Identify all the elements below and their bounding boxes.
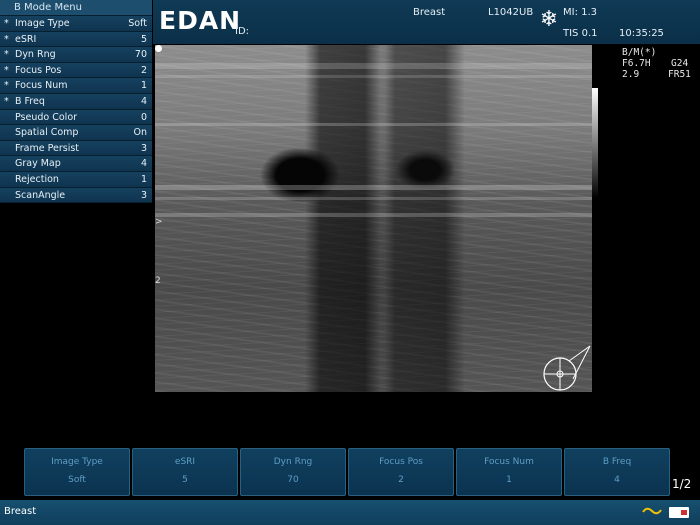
softkey-label: B Freq <box>602 457 632 467</box>
softkey-esri[interactable]: eSRI 5 <box>132 448 238 496</box>
frequency-value: F6.7H <box>622 58 651 69</box>
menu-item-focus-num[interactable]: * Focus Num 1 <box>0 78 152 94</box>
b-mode-menu: B Mode Menu * Image Type Soft * eSRI 5 * Dyn Rn… <box>0 0 152 204</box>
menu-item-esri[interactable]: * eSRI 5 <box>0 31 152 48</box>
modified-indicator: * <box>4 64 9 76</box>
mode-label: B/M(*) <box>622 47 657 58</box>
edan-logo: EDAN <box>159 6 242 35</box>
status-bar: Breast <box>0 500 700 525</box>
menu-item-scanangle[interactable]: ScanAngle 3 <box>0 187 152 204</box>
menu-item-label: Focus Pos <box>15 64 62 76</box>
menu-item-value: 2 <box>140 64 147 76</box>
wave-icon <box>642 507 662 515</box>
menu-item-value: 0 <box>140 111 147 123</box>
menu-item-value: 5 <box>140 33 147 45</box>
softkey-value: Soft <box>68 475 86 485</box>
modified-indicator: * <box>4 49 9 61</box>
softkey-value: 2 <box>398 475 404 485</box>
menu-item-pseudo-color[interactable]: Pseudo Color 0 <box>0 109 152 126</box>
grayscale-bar <box>592 88 598 198</box>
page-indicator[interactable]: 1/2 <box>672 477 691 491</box>
menu-item-label: Frame Persist <box>15 142 80 154</box>
menu-item-value: 1 <box>140 80 147 92</box>
softkey-label: eSRI <box>174 457 196 467</box>
softkey-value: 1 <box>506 475 512 485</box>
menu-item-value: 4 <box>140 95 147 107</box>
softkey-value: 4 <box>614 475 620 485</box>
softkey-label: Dyn Rng <box>273 457 313 467</box>
menu-item-value: 70 <box>134 49 147 61</box>
menu-item-label: eSRI <box>15 33 37 45</box>
menu-item-frame-persist[interactable]: Frame Persist 3 <box>0 140 152 157</box>
menu-item-label: B Freq <box>15 95 45 107</box>
softkey-image-type[interactable]: Image Type Soft <box>24 448 130 496</box>
status-exam: Breast <box>4 506 37 517</box>
menu-item-label: Focus Num <box>15 80 68 92</box>
menu-item-label: Spatial Comp <box>15 127 79 139</box>
menu-item-value: 3 <box>140 142 147 154</box>
modified-indicator: * <box>4 80 9 92</box>
depth-value: 2.9 <box>622 69 640 80</box>
menu-title: B Mode Menu <box>0 0 152 16</box>
menu-item-label: ScanAngle <box>15 189 66 201</box>
softkey-value: 5 <box>182 475 188 485</box>
menu-item-value: 4 <box>140 158 147 170</box>
menu-item-gray-map[interactable]: Gray Map 4 <box>0 156 152 172</box>
snowflake-icon[interactable]: ❄ <box>537 8 561 32</box>
softkey-focus-pos[interactable]: Focus Pos 2 <box>348 448 454 496</box>
battery-icon <box>669 507 689 518</box>
modified-indicator: * <box>4 95 9 107</box>
tis-value: TIS 0.1 <box>563 28 598 39</box>
mi-value: MI: 1.3 <box>563 7 598 18</box>
focus-marker: > <box>155 217 163 227</box>
modified-indicator: * <box>4 33 9 45</box>
softkey-focus-num[interactable]: Focus Num 1 <box>456 448 562 496</box>
menu-item-value: 1 <box>140 173 147 185</box>
probe-model: L1042UB <box>488 7 534 18</box>
menu-item-image-type[interactable]: * Image Type Soft <box>0 16 152 32</box>
header-bar: EDAN ID: Breast L1042UB ❄ MI: 1.3 TIS 0.… <box>153 0 700 44</box>
softkey-label: Image Type <box>51 457 103 467</box>
menu-item-label: Image Type <box>15 18 70 29</box>
menu-item-label: Dyn Rng <box>15 49 56 61</box>
softkey-dyn-rng[interactable]: Dyn Rng 70 <box>240 448 346 496</box>
menu-item-value: 3 <box>140 189 147 201</box>
softkey-value: 70 <box>287 475 299 485</box>
clock: 10:35:25 <box>619 28 664 39</box>
modified-indicator: * <box>4 18 9 29</box>
softkey-b-freq[interactable]: B Freq 4 <box>564 448 670 496</box>
menu-item-value: Soft <box>128 18 147 29</box>
probe-orientation-icon <box>543 345 591 391</box>
exam-type: Breast <box>413 7 446 18</box>
menu-item-label: Pseudo Color <box>15 111 78 123</box>
gain-value: G24 <box>671 58 689 69</box>
menu-item-rejection[interactable]: Rejection 1 <box>0 171 152 188</box>
menu-item-label: Rejection <box>15 173 59 185</box>
menu-item-dyn-rng[interactable]: * Dyn Rng 70 <box>0 47 152 63</box>
ultrasound-image <box>155 45 592 392</box>
menu-item-spatial-comp[interactable]: Spatial Comp On <box>0 125 152 141</box>
menu-item-value: On <box>133 127 148 139</box>
orientation-marker <box>155 45 162 52</box>
menu-item-label: Gray Map <box>15 158 61 170</box>
softkey-label: Focus Num <box>484 457 534 467</box>
menu-item-b-freq[interactable]: * B Freq 4 <box>0 93 152 110</box>
patient-id-label: ID: <box>235 26 250 37</box>
menu-item-focus-pos[interactable]: * Focus Pos 2 <box>0 62 152 79</box>
depth-mark-2: 2 <box>155 276 161 286</box>
frame-rate-value: FR51 <box>668 69 691 80</box>
softkey-label: Focus Pos <box>379 457 423 467</box>
